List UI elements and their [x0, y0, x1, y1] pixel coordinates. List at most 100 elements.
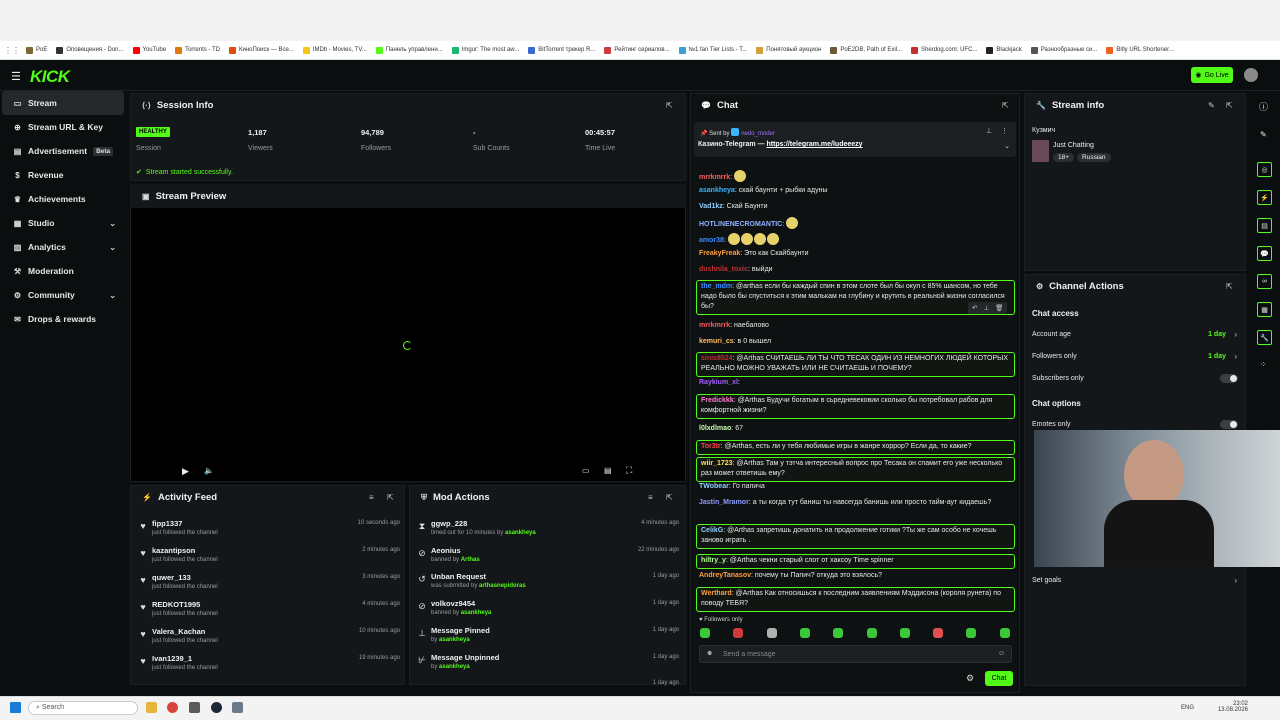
chat-message[interactable]: Werthard: @Arthas Как относишься к после…: [696, 587, 1015, 612]
bookmark-item[interactable]: КиноПоиск — Все...: [229, 46, 294, 54]
explorer-icon[interactable]: [146, 702, 157, 713]
bookmark-item[interactable]: PoE: [26, 46, 47, 54]
account-age-row[interactable]: Account age 1 day ›: [1032, 330, 1240, 339]
pip-icon[interactable]: ▭: [582, 466, 590, 475]
edit-icon[interactable]: ✎: [1208, 101, 1215, 110]
sidebar-item-studio[interactable]: ▦ Studio ⌄: [0, 211, 126, 235]
theater-icon[interactable]: ▤: [604, 466, 612, 475]
chat-message[interactable]: hiltry_y: @Arthas чекни старый слот от х…: [696, 554, 1015, 569]
activity-username[interactable]: kazantipson: [152, 546, 195, 555]
set-goals-row[interactable]: Set goals ›: [1032, 576, 1240, 585]
mod-action-title[interactable]: Unban Request: [431, 572, 486, 581]
quick-emote-icon[interactable]: [933, 628, 944, 638]
mod-action-moderator[interactable]: arthasnepidoras: [479, 583, 526, 589]
sidebar-item-moderation[interactable]: ⚒ Moderation: [0, 259, 126, 283]
activity-username[interactable]: quwer_133: [152, 573, 191, 582]
rail-wrench-icon[interactable]: 🔧: [1257, 330, 1272, 345]
chat-message[interactable]: Fredickkk: @Arthas Будучи богатым в сьре…: [696, 394, 1015, 419]
chevron-down-icon[interactable]: ⌄: [109, 291, 116, 300]
activity-username[interactable]: fipp1337: [152, 519, 182, 528]
chat-message[interactable]: Vad1kz: Скай Баунти: [699, 202, 1015, 212]
mod-action-title[interactable]: Message Pinned: [431, 626, 490, 635]
chat-message[interactable]: amor38:: [699, 233, 1015, 246]
bookmark-item[interactable]: №1 fan Tier Lists - T...: [678, 46, 747, 54]
chevron-down-icon[interactable]: ⌄: [1004, 142, 1010, 150]
sidebar-item-achievements[interactable]: ♛ Achievements: [0, 187, 126, 211]
rail-chat-icon[interactable]: 💬: [1257, 246, 1272, 261]
chat-message[interactable]: Jastin_Mramor: а ты когда тут баниш ты н…: [699, 498, 1015, 508]
mod-action-moderator[interactable]: Arthas: [461, 557, 480, 563]
chat-settings-icon[interactable]: ⚙: [966, 673, 974, 684]
rail-camera-icon[interactable]: ◎: [1257, 162, 1272, 177]
chat-message[interactable]: AndreyTanasov: почему ты Папич? откуда э…: [699, 571, 1015, 581]
bookmark-item[interactable]: Blackjack: [986, 46, 1022, 54]
open-external-icon[interactable]: ⇱: [1002, 101, 1009, 110]
sidebar-item-analytics[interactable]: ▥ Analytics ⌄: [0, 235, 126, 259]
rail-server-icon[interactable]: ▦: [1257, 302, 1272, 317]
chat-username[interactable]: Werthard: [701, 590, 732, 597]
chat-message[interactable]: l0lxdlmao: 67: [699, 424, 1015, 434]
more-icon[interactable]: ⋮: [1001, 127, 1008, 135]
activity-username[interactable]: Valera_Kachan: [152, 627, 205, 636]
pencil-icon[interactable]: ✎: [1260, 130, 1267, 139]
filter-icon[interactable]: ≡: [648, 493, 653, 502]
app-icon[interactable]: [189, 702, 200, 713]
bookmark-item[interactable]: Рейтинг сериалов...: [604, 46, 670, 54]
chat-message[interactable]: TWobear: Го папича: [699, 482, 1015, 492]
chat-message[interactable]: asankheya: скай баунти + рыбки адуны: [699, 186, 1015, 196]
volume-icon[interactable]: 🔈: [204, 466, 214, 475]
mod-action-title[interactable]: ggwp_228: [431, 519, 467, 528]
pinned-message[interactable]: 📌 Sent by nedo_moder Казино-Telegram — h…: [694, 122, 1016, 157]
open-external-icon[interactable]: ⇱: [387, 493, 394, 502]
rail-apps-icon[interactable]: ⁘: [1260, 360, 1267, 369]
open-external-icon[interactable]: ⇱: [1226, 101, 1233, 110]
chat-input[interactable]: ☻ Send a message ☺: [699, 645, 1012, 663]
activity-username[interactable]: REDKOT1995: [152, 600, 200, 609]
chevron-down-icon[interactable]: ⌄: [109, 219, 116, 228]
rail-lightning-icon[interactable]: ⚡: [1257, 190, 1272, 205]
apps-icon[interactable]: ⋮⋮: [4, 46, 20, 55]
bookmark-item[interactable]: Bitly URL Shortener...: [1106, 46, 1174, 54]
bookmark-item[interactable]: Понятовый аукцион: [756, 46, 821, 54]
bookmark-item[interactable]: Панель управлени...: [375, 46, 443, 54]
quick-emote-icon[interactable]: [899, 628, 910, 638]
bookmark-item[interactable]: Torrents - TD: [175, 46, 220, 54]
chat-send-button[interactable]: Chat: [985, 671, 1013, 686]
chat-username[interactable]: TWobear: [699, 483, 729, 490]
emotes-only-toggle[interactable]: [1220, 420, 1238, 429]
bookmark-item[interactable]: IMDb - Movies, TV...: [302, 46, 367, 54]
followers-only-row[interactable]: Followers only 1 day ›: [1032, 352, 1240, 361]
chat-message[interactable]: sinis8524: @Arthas СЧИТАЕШЬ ЛИ ТЫ ЧТО ТЕ…: [696, 352, 1015, 377]
info-icon[interactable]: ⓘ: [1259, 100, 1268, 113]
quick-emote-icon[interactable]: [799, 628, 810, 638]
mod-action-title[interactable]: volkovz9454: [431, 599, 475, 608]
kick-logo[interactable]: KICK: [30, 67, 70, 87]
chat-username[interactable]: FreakyFreak: [699, 250, 740, 257]
chat-message[interactable]: HOTLINENECROMANTIC:: [699, 217, 1015, 230]
user-avatar[interactable]: [1244, 68, 1258, 82]
bookmark-item[interactable]: Sherdog.com: UFC...: [911, 46, 977, 54]
chat-username[interactable]: dushnila_toxic: [699, 266, 748, 273]
sidebar-item-drops-rewards[interactable]: ✉ Drops & rewards: [0, 307, 126, 331]
mod-action-moderator[interactable]: asankheya: [439, 664, 470, 670]
chat-username[interactable]: amor38: [699, 237, 724, 244]
trash-icon[interactable]: 🗑: [995, 304, 1003, 312]
chat-username[interactable]: Jastin_Mramor: [699, 499, 749, 506]
chat-message[interactable]: mrrkmrrk: наебалово: [699, 321, 1015, 331]
open-external-icon[interactable]: ⇱: [1226, 282, 1233, 291]
mod-action-title[interactable]: Aeonius: [431, 546, 461, 555]
emoji-icon[interactable]: ☺: [998, 650, 1005, 657]
quick-emote-icon[interactable]: [866, 628, 877, 638]
chat-message[interactable]: wiir_1723: @Arthas Там у тэтча интересны…: [696, 457, 1015, 482]
chevron-down-icon[interactable]: ⌄: [109, 243, 116, 252]
activity-username[interactable]: Ivan1239_1: [152, 654, 192, 663]
windows-start-icon[interactable]: [10, 702, 21, 713]
chat-username[interactable]: l0lxdlmao: [699, 425, 731, 432]
bookmark-item[interactable]: Оповещения - Don...: [56, 46, 124, 54]
mod-action-title[interactable]: Message Unpinned: [431, 653, 499, 662]
sidebar-item-advertisement[interactable]: ▤ Advertisement Beta: [0, 139, 126, 163]
bookmark-item[interactable]: Разнообразные си...: [1030, 46, 1097, 54]
chat-username[interactable]: wiir_1723: [701, 460, 733, 467]
chrome-icon[interactable]: [167, 702, 178, 713]
chat-username[interactable]: mrrkmrrk: [699, 322, 730, 329]
